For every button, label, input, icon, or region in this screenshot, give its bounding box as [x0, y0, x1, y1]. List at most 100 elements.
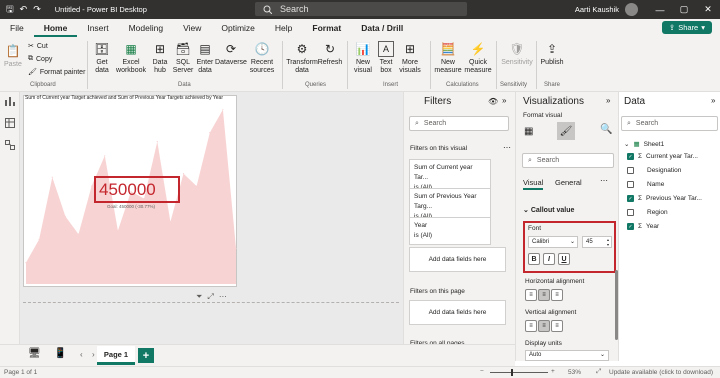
new-visual-button[interactable]: 📊 New visual [352, 41, 374, 75]
focus-mode-icon[interactable]: ⤢ [207, 292, 213, 302]
area-chart-visual[interactable]: Sum of Current year Target achieved and … [23, 95, 237, 287]
table-view-icon[interactable] [5, 118, 15, 128]
filters-search-input[interactable]: ⌕ Search [409, 116, 509, 131]
enter-data-button[interactable]: ▤ Enter data [196, 41, 214, 75]
sensitivity-button[interactable]: 🛡 Sensitivity [500, 41, 534, 67]
field-item[interactable]: Region [627, 209, 668, 216]
tab-data-drill[interactable]: Data / Drill [351, 19, 413, 37]
checkbox-checked[interactable]: ✓ [627, 195, 634, 202]
sql-server-button[interactable]: 🗃 SQL Server [172, 41, 194, 75]
model-view-icon[interactable] [5, 140, 15, 150]
page-tab[interactable]: Page 1 [97, 346, 135, 365]
tab-general[interactable]: General [555, 178, 582, 187]
fit-to-page-icon[interactable]: ⤢ [596, 368, 601, 376]
tab-optimize[interactable]: Optimize [211, 19, 265, 37]
share-button[interactable]: ⇪ Share ▾ [661, 21, 712, 34]
scroll-right-icon[interactable]: › [92, 350, 95, 359]
eye-icon[interactable]: 👁 [488, 97, 498, 106]
table-sheet1[interactable]: ⌄ ▦ Sheet1 [624, 140, 664, 149]
format-painter-button[interactable]: 🖌 Format painter [28, 68, 85, 77]
font-family-select[interactable]: Calibri ⌄ [528, 236, 578, 248]
tab-visual[interactable]: Visual [523, 178, 544, 190]
title-search-input[interactable]: Search [255, 2, 467, 16]
transform-data-button[interactable]: ⚙ Transform data [286, 41, 318, 75]
mobile-layout-icon[interactable]: 📱 [54, 348, 66, 359]
paste-button[interactable]: 📋 Paste [4, 43, 22, 69]
report-view-icon[interactable] [5, 96, 15, 106]
field-item[interactable]: Designation [627, 167, 681, 174]
zoom-slider[interactable] [490, 372, 548, 373]
align-left-icon[interactable]: ≡ [525, 289, 537, 301]
checkbox-checked[interactable]: ✓ [627, 223, 634, 230]
align-bottom-icon[interactable]: ≡ [551, 320, 563, 332]
tab-format[interactable]: Format [302, 19, 351, 37]
filter-icon[interactable]: ⏷ [196, 292, 202, 302]
refresh-button[interactable]: ↻ Refresh [318, 41, 343, 67]
save-icon[interactable]: 🖫 [6, 2, 14, 18]
add-fields-drop-zone[interactable]: Add data fields here [409, 300, 506, 325]
dataverse-button[interactable]: ⟳ Dataverse [215, 41, 247, 67]
format-visual-icon[interactable]: 🖌 [557, 122, 575, 140]
publish-button[interactable]: ⇪ Publish [540, 41, 564, 67]
tab-file[interactable]: File [0, 19, 34, 37]
more-options-icon[interactable]: ⋯ [219, 292, 227, 302]
add-page-button[interactable]: + [138, 348, 154, 363]
avatar[interactable] [625, 3, 638, 16]
more-visuals-button[interactable]: ⊞ More visuals [397, 41, 423, 75]
zoom-in-icon[interactable]: + [551, 368, 555, 375]
close-icon[interactable]: ✕ [696, 4, 720, 15]
zoom-out-icon[interactable]: − [480, 368, 484, 375]
zoom-slider-thumb[interactable] [511, 369, 513, 376]
checkbox-checked[interactable]: ✓ [627, 153, 634, 160]
new-measure-button[interactable]: 🧮 New measure [434, 41, 462, 75]
checkbox[interactable] [627, 167, 634, 174]
align-middle-icon[interactable]: ≡ [538, 320, 550, 332]
align-top-icon[interactable]: ≡ [525, 320, 537, 332]
minimize-icon[interactable]: — [648, 5, 672, 15]
collapse-icon[interactable]: » [502, 96, 506, 105]
viz-search-input[interactable]: ⌕ Search [522, 153, 614, 168]
add-fields-drop-zone[interactable]: Add data fields here [409, 247, 506, 272]
bold-button[interactable]: B [528, 253, 540, 265]
update-available-link[interactable]: Update available (click to download) [609, 369, 713, 376]
excel-button[interactable]: ▦ Excel workbook [115, 41, 147, 75]
more-options-icon[interactable]: ⋯ [503, 143, 511, 152]
build-visual-icon[interactable]: ▦ [524, 126, 533, 137]
tab-help[interactable]: Help [265, 19, 302, 37]
redo-icon[interactable]: ↷ [33, 4, 41, 15]
collapse-icon[interactable]: » [606, 96, 610, 105]
italic-button[interactable]: I [543, 253, 555, 265]
tab-home[interactable]: Home [33, 19, 78, 37]
font-size-stepper[interactable]: 45 ▴ ▾ [582, 236, 612, 248]
align-right-icon[interactable]: ≡ [551, 289, 563, 301]
text-box-button[interactable]: A Text box [376, 41, 396, 75]
report-canvas[interactable]: Sum of Current year Target achieved and … [20, 92, 403, 344]
collapse-icon[interactable]: » [711, 96, 715, 105]
undo-icon[interactable]: ↶ [20, 4, 28, 15]
align-center-icon[interactable]: ≡ [538, 289, 550, 301]
analytics-icon[interactable]: 🔍 [600, 124, 612, 135]
recent-sources-button[interactable]: 🕓 Recent sources [248, 41, 276, 75]
checkbox[interactable] [627, 181, 634, 188]
field-item[interactable]: Name [627, 181, 664, 188]
get-data-button[interactable]: 🗄 Get data [93, 41, 111, 75]
data-search-input[interactable]: ⌕ Search [621, 116, 718, 131]
display-units-select[interactable]: Auto ⌄ [525, 350, 609, 361]
data-hub-button[interactable]: ⊞ Data hub [150, 41, 170, 75]
filter-card[interactable]: Year is (All) [409, 217, 491, 245]
copy-button[interactable]: ⧉ Copy [28, 55, 52, 63]
cut-button[interactable]: ✂ Cut [28, 42, 48, 51]
tab-modeling[interactable]: Modeling [119, 19, 174, 37]
user-name[interactable]: Aarti Kaushik [575, 5, 619, 14]
maximize-icon[interactable]: ▢ [672, 4, 696, 15]
desktop-layout-icon[interactable]: 🖥 [28, 348, 41, 359]
field-item[interactable]: ✓ Σ Year [627, 223, 659, 230]
quick-measure-button[interactable]: ⚡ Quick measure [464, 41, 492, 75]
tab-view[interactable]: View [173, 19, 211, 37]
more-options-icon[interactable]: ⋯ [600, 176, 608, 185]
underline-button[interactable]: U [558, 253, 570, 265]
field-item[interactable]: ✓ Σ Previous Year Tar... [627, 195, 702, 202]
field-item[interactable]: ✓ Σ Current year Tar... [627, 153, 698, 160]
callout-value-section[interactable]: ⌄ Callout value [523, 206, 574, 214]
tab-insert[interactable]: Insert [77, 19, 118, 37]
